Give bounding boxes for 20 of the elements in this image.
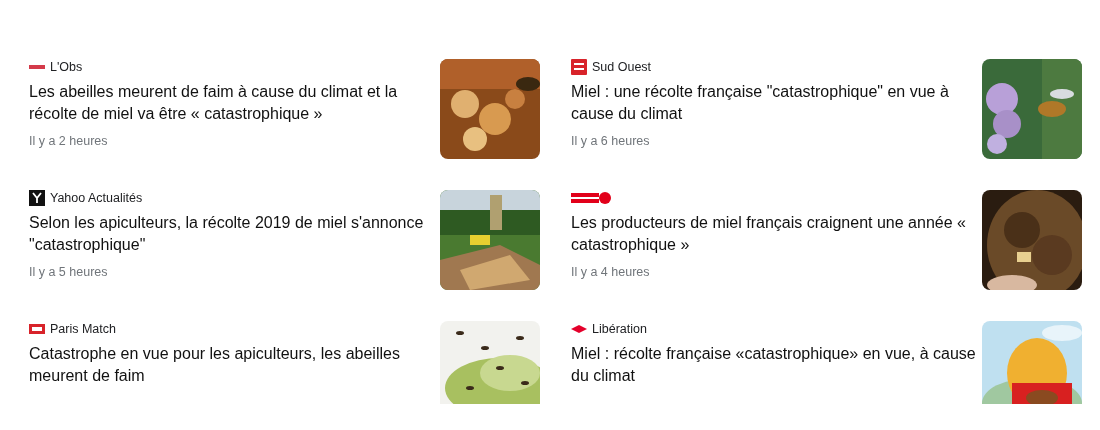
source-name: Paris Match (50, 322, 116, 336)
logo-icon (29, 65, 45, 69)
source-name: L'Obs (50, 60, 83, 74)
timestamp: Il y a 2 heures (29, 134, 109, 148)
headline[interactable]: Les abeilles meurent de faim à cause du climat et la récolte de miel va être « catastrophique » (29, 81, 434, 125)
source-name: Yahoo Actualités (50, 191, 143, 205)
logo-icon (29, 321, 45, 337)
headline[interactable]: Selon les apiculteurs, la récolte 2019 de miel s'annonce "catastrophique" (29, 212, 434, 256)
timestamp: Il y a 5 heures (29, 265, 109, 279)
logo-icon (571, 59, 587, 75)
headline[interactable]: Les producteurs de miel français craignent une année « catastrophique » (571, 212, 976, 256)
headline[interactable]: Miel : récolte française «catastrophique» en vue, à cause du climat (571, 343, 976, 387)
source-name: Libération (592, 322, 647, 336)
headline[interactable]: Miel : une récolte française "catastrophique" en vue à cause du climat (571, 81, 976, 125)
logo-icon (571, 190, 611, 206)
source-name: Sud Ouest (592, 60, 652, 74)
timestamp: Il y a 4 heures (571, 265, 651, 279)
logo-icon (29, 190, 45, 206)
headline[interactable]: Catastrophe en vue pour les apiculteurs, les abeilles meurent de faim (29, 343, 434, 387)
timestamp: Il y a 6 heures (571, 134, 651, 148)
